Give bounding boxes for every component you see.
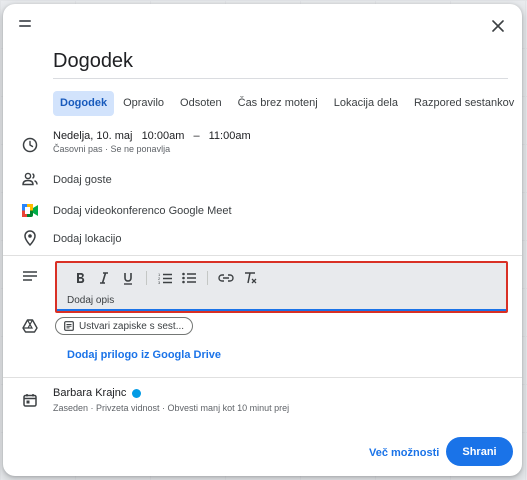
event-dialog: Dogodek Opravilo Odsoten Čas brez motenj… [3, 4, 522, 476]
insert-link-button[interactable] [215, 268, 237, 288]
take-meeting-notes-chip[interactable]: Ustvari zapiske s sest... [55, 317, 194, 335]
title-input[interactable] [53, 50, 508, 73]
time-dash: – [193, 130, 200, 142]
bold-button[interactable] [69, 268, 91, 288]
tab-dogodek[interactable]: Dogodek [53, 91, 115, 116]
bold-icon [77, 273, 85, 283]
event-end-time[interactable]: 11:00am [209, 130, 251, 142]
document-icon [64, 321, 74, 331]
underline-button[interactable] [117, 268, 139, 288]
underline-icon [124, 272, 132, 285]
owner-name: Barbara Krajnc [53, 387, 127, 399]
datetime-main[interactable]: Nedelja, 10. maj 10:00am – 11:00am [53, 130, 257, 142]
availability-visibility-notification[interactable]: Zaseden · Privzeta vidnost · Obvesti man… [53, 403, 289, 413]
datetime-block[interactable]: Nedelja, 10. maj 10:00am – 11:00am Časov… [53, 130, 257, 154]
tab-cas-brez-motenj[interactable]: Čas brez motenj [231, 91, 325, 116]
svg-text:3: 3 [158, 280, 161, 284]
notes-chip-label: Ustvari zapiske s sest... [79, 320, 185, 332]
clear-formatting-icon [245, 272, 257, 284]
event-date[interactable]: Nedelja, 10. maj [53, 130, 133, 142]
location-pin-icon [21, 229, 39, 247]
description-placeholder[interactable]: Dodaj opis [57, 295, 506, 306]
close-icon [492, 20, 504, 32]
notes-lines-icon [21, 267, 39, 285]
description-editor[interactable]: 123 Dodaj opis [55, 261, 508, 313]
event-start-time[interactable]: 10:00am [142, 130, 185, 142]
bulleted-list-icon [182, 272, 196, 284]
clear-formatting-button[interactable] [239, 268, 261, 288]
section-divider [3, 255, 522, 256]
calendar-color-dot [132, 388, 142, 398]
section-divider [3, 377, 522, 378]
event-type-tabs: Dogodek Opravilo Odsoten Čas brez motenj… [53, 91, 521, 116]
calendar-owner-block[interactable]: Barbara Krajnc Zaseden · Privzeta vidnos… [53, 387, 289, 413]
title-field-wrapper [53, 50, 508, 79]
toolbar-separator [146, 271, 147, 285]
toolbar-separator [207, 271, 208, 285]
people-icon [21, 170, 39, 188]
tab-odsoten[interactable]: Odsoten [173, 91, 229, 116]
timezone-recurrence[interactable]: Časovni pas · Se ne ponavlja [53, 144, 257, 154]
google-meet-icon [21, 201, 39, 219]
tab-razpored-sestankov[interactable]: Razpored sestankov [407, 91, 521, 116]
link-icon [218, 274, 234, 282]
numbered-list-button[interactable]: 123 [154, 268, 176, 288]
add-location[interactable]: Dodaj lokacijo [53, 233, 121, 245]
bulleted-list-button[interactable] [178, 268, 200, 288]
focus-underline [57, 309, 506, 311]
add-guests[interactable]: Dodaj goste [53, 174, 112, 186]
add-meet-conference[interactable]: Dodaj videokonferenco Google Meet [53, 205, 232, 217]
numbered-list-icon: 123 [158, 272, 172, 284]
close-button[interactable] [486, 14, 510, 38]
drag-handle-icon[interactable] [19, 20, 31, 28]
add-drive-attachment-link[interactable]: Dodaj prilogo iz Googla Drive [67, 349, 221, 361]
tab-lokacija-dela[interactable]: Lokacija dela [327, 91, 405, 116]
more-options-button[interactable]: Več možnosti [363, 442, 445, 464]
calendar-icon [21, 391, 39, 409]
tab-opravilo[interactable]: Opravilo [116, 91, 171, 116]
clock-icon [21, 136, 39, 154]
italic-button[interactable] [93, 268, 115, 288]
formatting-toolbar: 123 [57, 266, 506, 290]
calendar-owner[interactable]: Barbara Krajnc [53, 387, 289, 399]
save-button[interactable]: Shrani [446, 437, 513, 466]
google-drive-icon [21, 317, 39, 335]
italic-icon [100, 272, 108, 284]
